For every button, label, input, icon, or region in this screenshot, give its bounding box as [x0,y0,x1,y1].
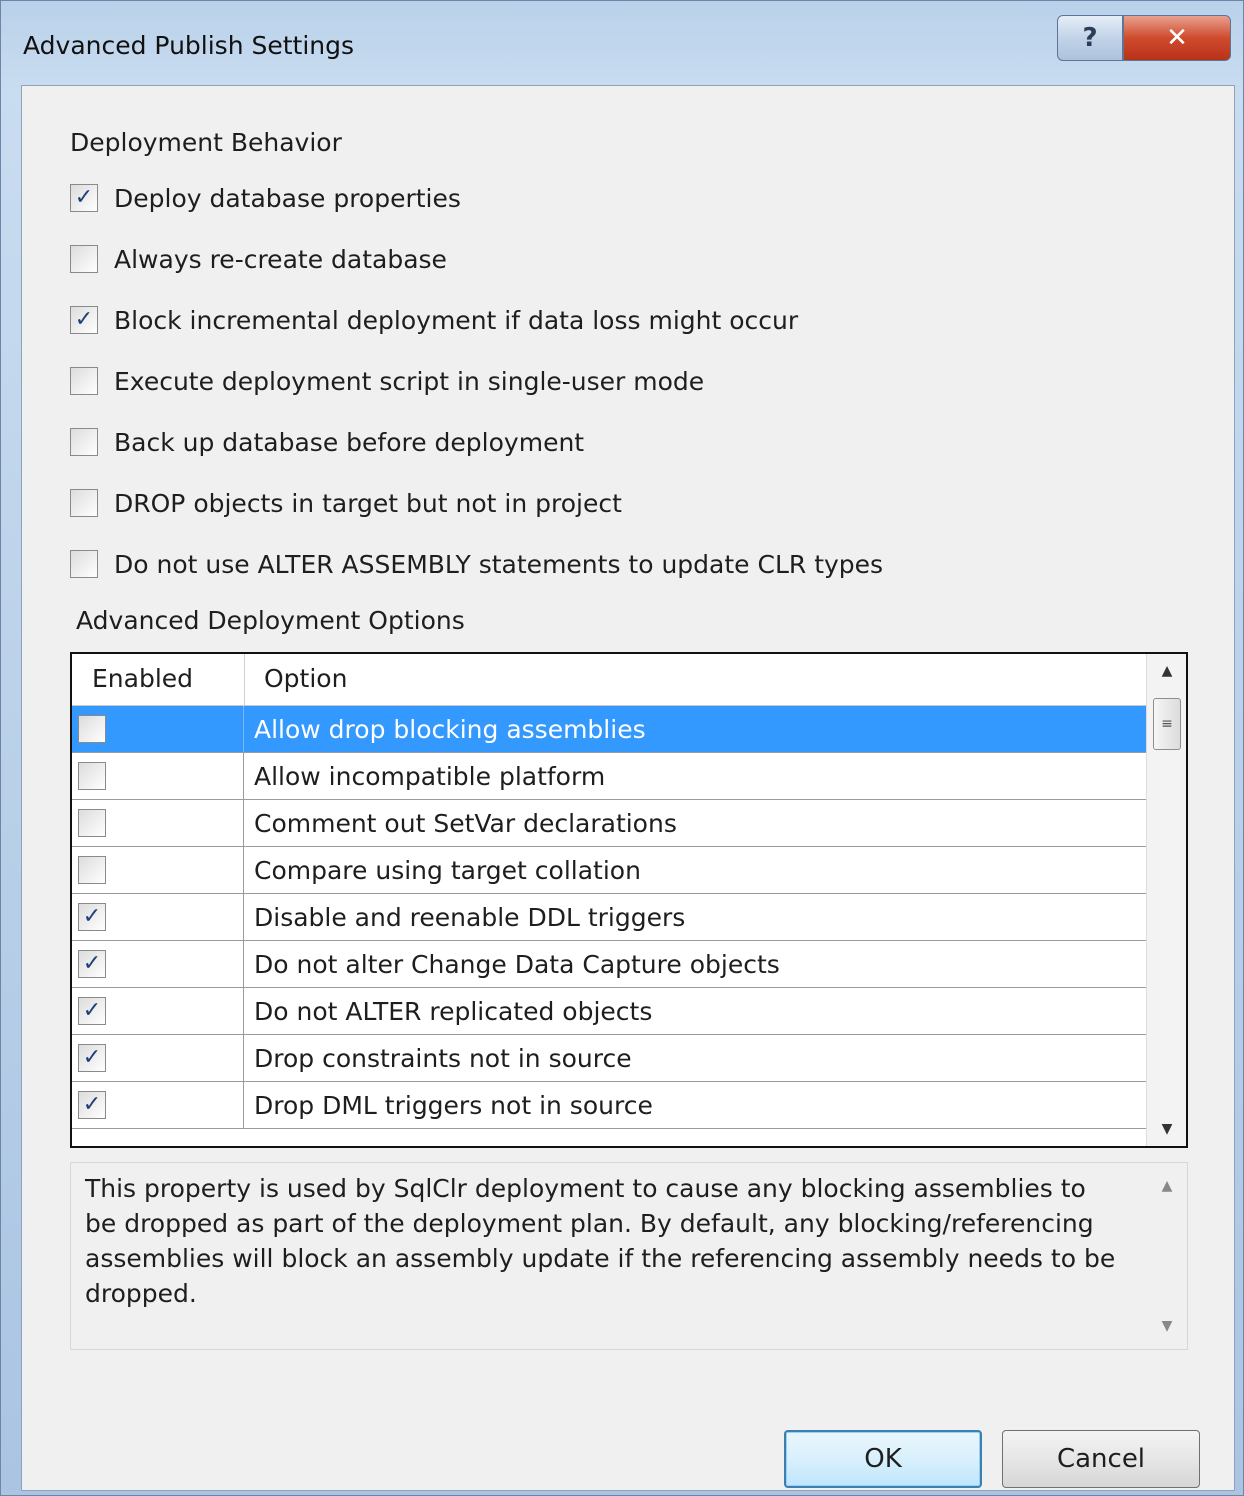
check-icon: ✓ [82,951,102,976]
option-name-cell: Do not ALTER replicated objects [254,996,653,1026]
enabled-checkbox[interactable] [78,809,106,837]
enabled-cell [72,847,244,893]
option-name-cell: Compare using target collation [254,855,641,885]
behavior-option-row[interactable]: Always re-create database [70,241,447,277]
table-row[interactable]: Allow drop blocking assemblies [72,706,1146,753]
behavior-option-row[interactable]: Execute deployment script in single-user… [70,363,704,399]
check-icon: ✓ [82,1092,102,1117]
check-icon: ✓ [74,307,94,332]
ok-button[interactable]: OK [784,1430,982,1488]
grid-header: Enabled Option [72,654,1146,706]
table-row[interactable]: ✓ Drop constraints not in source [72,1035,1146,1082]
cancel-button[interactable]: Cancel [1002,1430,1200,1488]
window-title: Advanced Publish Settings [23,31,355,60]
enabled-checkbox[interactable] [78,856,106,884]
table-row[interactable]: ✓ Disable and reenable DDL triggers [72,894,1146,941]
option-name-cell: Disable and reenable DDL triggers [254,902,686,932]
option-name-cell: Do not alter Change Data Capture objects [254,949,780,979]
option-description-text: This property is used by SqlClr deployme… [85,1174,1116,1308]
enabled-cell: ✓ [72,1035,244,1081]
table-row[interactable]: ✓ Drop DML triggers not in source [72,1082,1146,1129]
enabled-checkbox[interactable] [78,762,106,790]
option-name-cell: Drop DML triggers not in source [254,1090,653,1120]
column-header-enabled[interactable]: Enabled [92,664,193,693]
desc-scroll-down-icon[interactable]: ▼ [1147,1309,1187,1343]
table-row[interactable]: Compare using target collation [72,847,1146,894]
behavior-option-checkbox[interactable] [70,489,98,517]
behavior-option-checkbox[interactable]: ✓ [70,306,98,334]
enabled-cell: ✓ [72,941,244,987]
enabled-cell [72,753,244,799]
enabled-cell [72,800,244,846]
column-header-option[interactable]: Option [264,664,347,693]
close-icon: ✕ [1166,23,1188,53]
enabled-cell: ✓ [72,988,244,1034]
behavior-option-label: Block incremental deployment if data los… [114,305,799,335]
grid-scrollbar[interactable]: ▲ ≡ ▼ [1146,654,1186,1146]
advanced-options-grid: Enabled Option Allow drop blocking assem… [70,652,1188,1148]
enabled-checkbox[interactable]: ✓ [78,1044,106,1072]
check-icon: ✓ [82,998,102,1023]
enabled-checkbox[interactable]: ✓ [78,903,106,931]
option-name-cell: Drop constraints not in source [254,1043,632,1073]
behavior-option-label: Back up database before deployment [114,427,585,457]
desc-scroll-up-icon[interactable]: ▲ [1147,1169,1187,1203]
enabled-cell [72,706,244,752]
deployment-behavior-label: Deployment Behavior [70,128,342,157]
scroll-thumb[interactable]: ≡ [1153,698,1181,750]
enabled-checkbox[interactable]: ✓ [78,950,106,978]
behavior-option-label: Execute deployment script in single-user… [114,366,705,396]
behavior-option-checkbox[interactable] [70,428,98,456]
advanced-deployment-options-label: Advanced Deployment Options [76,606,465,635]
behavior-option-label: Always re-create database [114,244,447,274]
behavior-option-checkbox[interactable] [70,245,98,273]
enabled-checkbox[interactable]: ✓ [78,1091,106,1119]
behavior-option-row[interactable]: Back up database before deployment [70,424,584,460]
column-divider[interactable] [244,654,245,706]
option-name-cell: Comment out SetVar declarations [254,808,677,838]
behavior-option-label: Deploy database properties [114,183,461,213]
behavior-option-label: DROP objects in target but not in projec… [114,488,622,518]
behavior-option-checkbox[interactable]: ✓ [70,184,98,212]
grip-icon: ≡ [1161,716,1173,732]
help-button[interactable]: ? [1057,15,1123,61]
scroll-up-icon[interactable]: ▲ [1147,654,1186,688]
check-icon: ✓ [74,185,94,210]
grid-rows: Allow drop blocking assemblies Allow inco… [72,706,1146,1146]
help-icon: ? [1082,23,1098,53]
scroll-down-icon[interactable]: ▼ [1147,1112,1186,1146]
option-description-box: This property is used by SqlClr deployme… [70,1162,1188,1350]
enabled-checkbox[interactable] [78,715,106,743]
behavior-option-label: Do not use ALTER ASSEMBLY statements to … [114,549,884,579]
behavior-option-row[interactable]: DROP objects in target but not in projec… [70,485,622,521]
behavior-option-row[interactable]: Do not use ALTER ASSEMBLY statements to … [70,546,883,582]
behavior-option-row[interactable]: ✓ Deploy database properties [70,180,461,216]
title-bar: Advanced Publish Settings ? ✕ [1,1,1243,85]
table-row[interactable]: ✓ Do not ALTER replicated objects [72,988,1146,1035]
option-name-cell: Allow incompatible platform [254,761,606,791]
dialog-body: Deployment Behavior ✓ Deploy database pro… [21,85,1235,1491]
check-icon: ✓ [82,1045,102,1070]
enabled-cell: ✓ [72,1082,244,1128]
option-name-cell: Allow drop blocking assemblies [254,714,646,744]
behavior-option-checkbox[interactable] [70,550,98,578]
table-row[interactable]: Comment out SetVar declarations [72,800,1146,847]
description-scrollbar[interactable]: ▲ ▼ [1147,1163,1187,1349]
enabled-checkbox[interactable]: ✓ [78,997,106,1025]
enabled-cell: ✓ [72,894,244,940]
check-icon: ✓ [82,904,102,929]
table-row[interactable]: ✓ Do not alter Change Data Capture object… [72,941,1146,988]
table-row[interactable]: Allow incompatible platform [72,753,1146,800]
advanced-publish-settings-dialog: Advanced Publish Settings ? ✕ Deployment… [0,0,1244,1496]
behavior-option-checkbox[interactable] [70,367,98,395]
behavior-option-row[interactable]: ✓ Block incremental deployment if data lo… [70,302,798,338]
close-button[interactable]: ✕ [1123,15,1231,61]
